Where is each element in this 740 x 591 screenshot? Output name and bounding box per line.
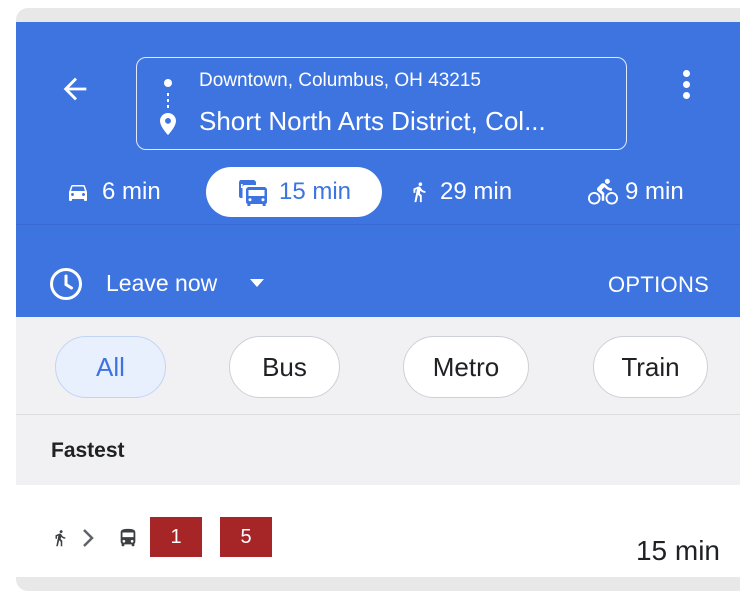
origin-field[interactable]: Downtown, Columbus, OH 43215 [199,70,481,92]
transit-filter-bar: All Bus Metro Train [16,317,740,414]
mode-bike-time: 9 min [625,178,684,205]
filter-chip-train[interactable]: Train [593,336,708,398]
route-option[interactable]: 1 5 15 min [16,485,740,577]
options-button[interactable]: OPTIONS [608,272,709,298]
leave-now-dropdown[interactable]: Leave now [106,270,217,297]
clock-icon[interactable] [49,267,83,301]
transit-icon [238,180,267,206]
connector-dot [167,99,169,102]
connector-dot [167,93,169,96]
caret-down-icon[interactable] [250,279,264,287]
mode-walk-time: 29 min [440,178,513,205]
header-divider [16,224,740,225]
mode-drive-time: 6 min [102,178,161,205]
filter-chip-bus[interactable]: Bus [229,336,340,398]
more-vert-icon[interactable] [676,70,696,104]
chevron-right-icon [83,529,94,547]
mode-tab-transit[interactable]: 15 min [206,167,382,217]
connector-dot [167,105,169,108]
bus-line-badge: 1 [150,517,202,557]
destination-field[interactable]: Short North Arts District, Col... [199,106,546,137]
directions-panel: Downtown, Columbus, OH 43215 Short North… [16,8,740,591]
walk-icon [55,530,66,547]
arrow-left-icon[interactable] [58,72,92,106]
section-title: Fastest [51,439,125,462]
route-duration: 15 min [635,535,720,566]
mode-tab-walk[interactable]: 29 min [408,167,512,217]
origin-dot-icon [164,79,172,87]
destination-pin-icon [160,113,176,135]
filter-chip-all[interactable]: All [55,336,166,398]
mode-tab-drive[interactable]: 6 min [64,167,161,217]
car-icon [69,185,87,201]
bike-icon [588,178,618,205]
mode-transit-time: 15 min [278,178,352,205]
directions-header: Downtown, Columbus, OH 43215 Short North… [16,22,740,317]
bus-line-badge: 5 [220,517,272,557]
route-endpoints: Downtown, Columbus, OH 43215 Short North… [136,57,627,150]
walk-icon [413,182,426,203]
mode-tab-bike[interactable]: 9 min [585,167,684,217]
bus-icon [120,528,136,547]
filter-chip-metro[interactable]: Metro [403,336,529,398]
results-section-header: Fastest [16,415,740,485]
